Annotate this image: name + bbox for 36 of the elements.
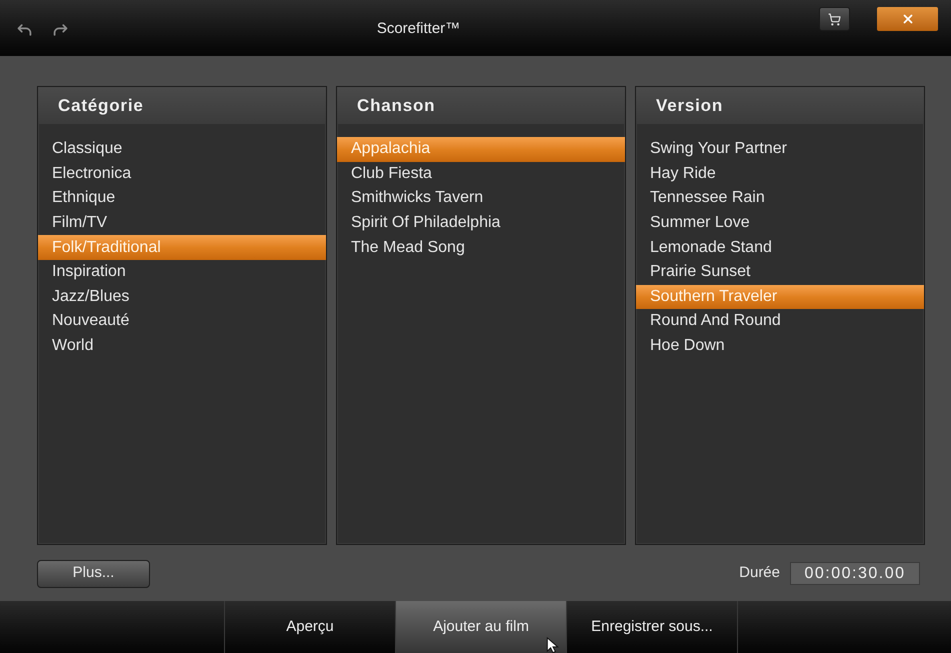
list-item[interactable]: Swing Your Partner <box>636 137 924 162</box>
redo-icon[interactable] <box>52 23 68 36</box>
list-item[interactable]: Hoe Down <box>636 334 924 358</box>
action-button[interactable]: Ajouter au film <box>396 601 567 653</box>
list-item[interactable]: Electronica <box>38 162 326 186</box>
list-item[interactable]: Summer Love <box>636 210 924 236</box>
list-item[interactable]: World <box>38 334 326 358</box>
list-item[interactable]: Prairie Sunset <box>636 260 924 285</box>
list-item[interactable]: Lemonade Stand <box>636 235 924 260</box>
list-item[interactable]: Nouveauté <box>38 309 326 334</box>
mouse-pointer-icon <box>546 637 559 653</box>
list-item[interactable]: Round And Round <box>636 309 924 334</box>
panel-header: Version <box>636 87 924 124</box>
list-item[interactable]: Ethnique <box>38 186 326 211</box>
duration-label: Durée <box>739 563 780 584</box>
cart-button[interactable] <box>819 7 850 31</box>
list-item[interactable]: Hay Ride <box>636 162 924 186</box>
cart-icon <box>828 12 841 26</box>
panel-header: Chanson <box>337 87 625 124</box>
window-title: Scorefitter™ <box>376 20 460 38</box>
list-item[interactable]: Smithwicks Tavern <box>337 186 625 211</box>
more-button[interactable]: Plus... <box>37 560 150 588</box>
action-button[interactable]: Enregistrer sous... <box>567 601 738 653</box>
list-item[interactable]: Spirit Of Philadelphia <box>337 210 625 236</box>
panel-header: Catégorie <box>38 87 326 124</box>
close-icon <box>900 12 914 26</box>
close-button[interactable] <box>877 7 938 31</box>
list-item[interactable]: Jazz/Blues <box>38 284 326 310</box>
list-item[interactable]: The Mead Song <box>337 235 625 260</box>
list-item[interactable]: Inspiration <box>38 260 326 285</box>
undo-icon[interactable] <box>17 23 33 36</box>
list-item[interactable]: Film/TV <box>38 210 326 236</box>
list-item[interactable]: Classique <box>38 137 326 162</box>
duration-field[interactable]: 00:00:30.00 <box>790 562 920 585</box>
list-item[interactable]: Tennessee Rain <box>636 186 924 211</box>
list-item[interactable]: Club Fiesta <box>337 162 625 186</box>
